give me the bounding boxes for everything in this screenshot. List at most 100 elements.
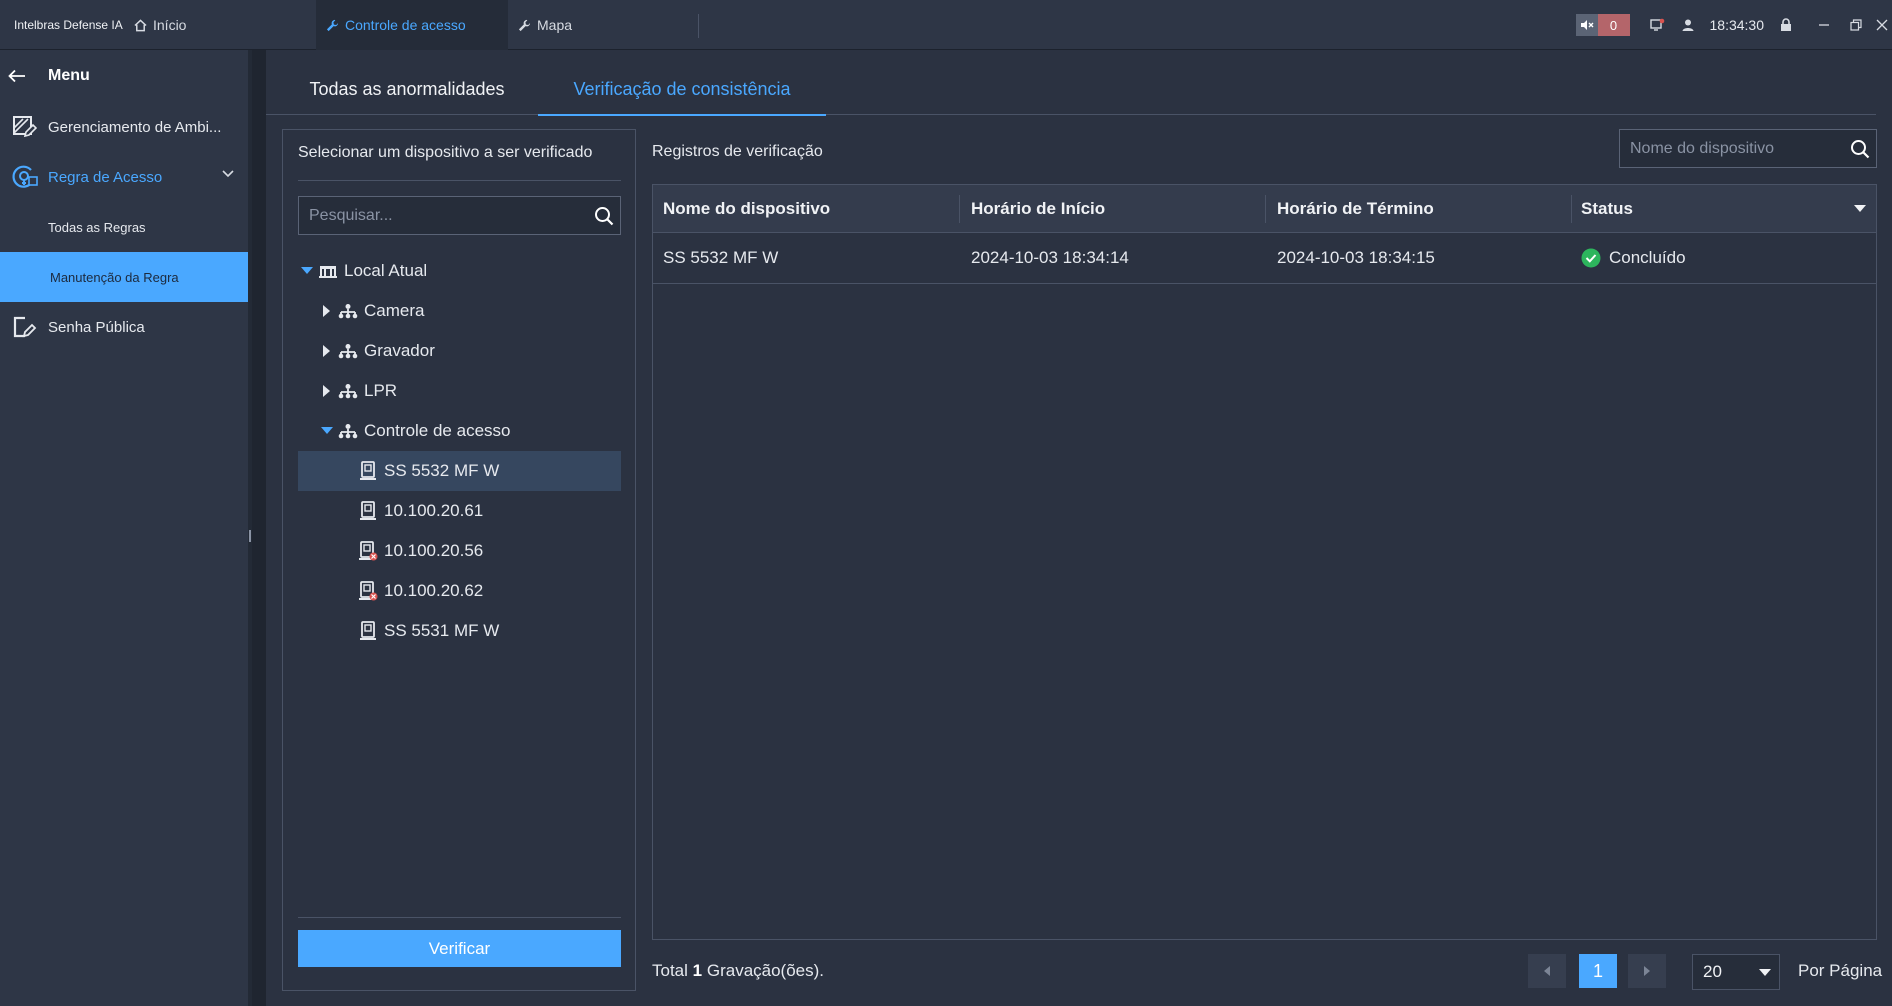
sidebar-item-label: Gerenciamento de Ambi...	[48, 118, 222, 136]
device-search-input[interactable]	[299, 197, 579, 234]
next-page-button[interactable]	[1628, 954, 1666, 988]
alarm-sound-toggle[interactable]: 0	[1575, 14, 1630, 36]
minimize-icon	[1819, 24, 1829, 26]
expanded-arrow-icon[interactable]	[298, 267, 316, 275]
sidebar-item-regra-de-acesso[interactable]: Regra de Acesso	[0, 154, 248, 200]
tab-controle-de-acesso[interactable]: Controle de acesso	[316, 0, 508, 50]
panel-title: Selecionar um dispositivo a ser verifica…	[298, 144, 593, 161]
total-suffix: Gravação(ões).	[706, 961, 825, 980]
sidebar-item-label: Regra de Acesso	[48, 168, 163, 186]
tree-node-gravador[interactable]: Gravador	[298, 331, 621, 371]
sidebar-item-gerenciamento[interactable]: Gerenciamento de Ambi...	[0, 104, 248, 150]
sidebar-subitem-todas-as-regras[interactable]: Todas as Regras	[0, 202, 248, 252]
tree-node-label: Controle de acesso	[364, 421, 511, 440]
tree-device-row[interactable]: SS 5532 MF W	[298, 451, 621, 491]
search-icon[interactable]	[594, 206, 614, 226]
previous-page-button[interactable]	[1528, 954, 1566, 988]
alarm-monitor-icon[interactable]	[1650, 17, 1666, 33]
organization-icon	[316, 263, 340, 279]
column-header-device[interactable]: Nome do dispositivo	[653, 185, 830, 233]
tab-mapa[interactable]: Mapa	[508, 0, 582, 50]
verify-button[interactable]: Verificar	[298, 930, 621, 967]
close-button[interactable]	[1872, 0, 1892, 50]
total-prefix: Total	[652, 961, 688, 980]
device-group-icon	[336, 343, 360, 359]
records-table: Nome do dispositivo Horário de Início Ho…	[652, 184, 1877, 940]
tab-inicio[interactable]: Início	[124, 0, 196, 50]
total-records: Total 1 Gravação(ões).	[652, 961, 824, 981]
tree-node-camera[interactable]: Camera	[298, 291, 621, 331]
splitter-grip[interactable]	[249, 530, 251, 542]
column-divider[interactable]	[959, 195, 960, 223]
per-page-select[interactable]: 20	[1692, 954, 1780, 990]
chevron-right-icon	[1644, 966, 1650, 976]
tree-node-controle-de-acesso[interactable]: Controle de acesso	[298, 411, 621, 451]
tree-node-local-atual[interactable]: Local Atual	[298, 251, 621, 291]
table-row[interactable]: SS 5532 MF W 2024-10-03 18:34:14 2024-10…	[653, 233, 1876, 284]
status-filter-dropdown-icon[interactable]	[1854, 205, 1866, 213]
chevron-down-icon	[1759, 969, 1771, 976]
tree-device-label: 10.100.20.62	[384, 581, 484, 600]
sidebar-item-label: Senha Pública	[48, 318, 145, 336]
tree-device-label: 10.100.20.56	[384, 541, 484, 560]
device-selection-panel: Selecionar um dispositivo a ser verifica…	[282, 129, 636, 991]
column-divider[interactable]	[1265, 195, 1266, 223]
content-tabs: Todas as anormalidades Verificação de co…	[266, 64, 1876, 116]
cell-start-time: 2024-10-03 18:34:14	[971, 248, 1129, 267]
back-arrow-icon	[8, 69, 25, 83]
sidebar-item-senha-publica[interactable]: Senha Pública	[0, 304, 248, 350]
lock-icon[interactable]	[1778, 17, 1794, 33]
tab-separator	[698, 14, 699, 38]
close-icon	[1876, 19, 1888, 31]
tree-device-row[interactable]: 10.100.20.61	[298, 491, 621, 531]
cell-device: SS 5532 MF W	[663, 248, 779, 267]
main-content: Todas as anormalidades Verificação de co…	[266, 50, 1892, 1006]
wrench-icon	[518, 19, 531, 31]
records-search-box	[1619, 129, 1877, 168]
success-check-icon	[1581, 248, 1601, 268]
restore-button[interactable]	[1840, 0, 1872, 50]
wrench-icon	[326, 19, 339, 31]
access-device-icon	[356, 621, 380, 641]
search-icon[interactable]	[1850, 139, 1870, 159]
device-group-icon	[336, 423, 360, 439]
public-password-icon	[0, 314, 48, 340]
collapsed-arrow-icon[interactable]	[318, 305, 336, 317]
divider	[298, 180, 621, 181]
tree-device-label: SS 5531 MF W	[384, 621, 500, 640]
user-icon[interactable]	[1680, 17, 1696, 33]
collapsed-arrow-icon[interactable]	[318, 385, 336, 397]
column-header-status[interactable]: Status	[1571, 185, 1633, 233]
tree-device-row[interactable]: 10.100.20.62	[298, 571, 621, 611]
access-device-icon	[356, 501, 380, 521]
table-header: Nome do dispositivo Horário de Início Ho…	[653, 185, 1876, 233]
records-title: Registros de verificação	[652, 143, 823, 160]
tree-node-label: LPR	[364, 381, 398, 400]
alarm-count-badge: 0	[1597, 14, 1630, 36]
tree-device-row[interactable]: SS 5531 MF W	[298, 611, 621, 651]
tab-todas-as-anormalidades[interactable]: Todas as anormalidades	[280, 64, 534, 115]
menu-label: Menu	[48, 67, 90, 84]
device-name-search-input[interactable]	[1620, 130, 1840, 167]
access-rule-icon	[0, 163, 48, 191]
tree-device-row[interactable]: 10.100.20.56	[298, 531, 621, 571]
page-number-button[interactable]: 1	[1579, 954, 1617, 988]
content-gutter	[252, 50, 266, 1006]
cell-status: Concluído	[1571, 233, 1686, 283]
collapsed-arrow-icon[interactable]	[318, 345, 336, 357]
sidebar-subitem-manutencao-da-regra[interactable]: Manutenção da Regra	[0, 252, 248, 302]
column-header-start[interactable]: Horário de Início	[961, 185, 1105, 233]
tree-node-lpr[interactable]: LPR	[298, 371, 621, 411]
home-icon	[134, 18, 147, 31]
menu-header[interactable]: Menu	[0, 58, 248, 94]
sidebar-subitem-label: Todas as Regras	[48, 219, 146, 235]
tab-verificacao-de-consistencia[interactable]: Verificação de consistência	[538, 64, 826, 116]
expanded-arrow-icon[interactable]	[318, 427, 336, 435]
column-header-end[interactable]: Horário de Término	[1267, 185, 1434, 233]
per-page-label: Por Página	[1798, 961, 1883, 980]
tab-inicio-label: Início	[153, 17, 187, 33]
tree-node-label: Local Atual	[344, 261, 428, 280]
minimize-button[interactable]	[1808, 0, 1840, 50]
access-device-icon	[356, 461, 380, 481]
access-device-offline-icon	[356, 581, 380, 601]
